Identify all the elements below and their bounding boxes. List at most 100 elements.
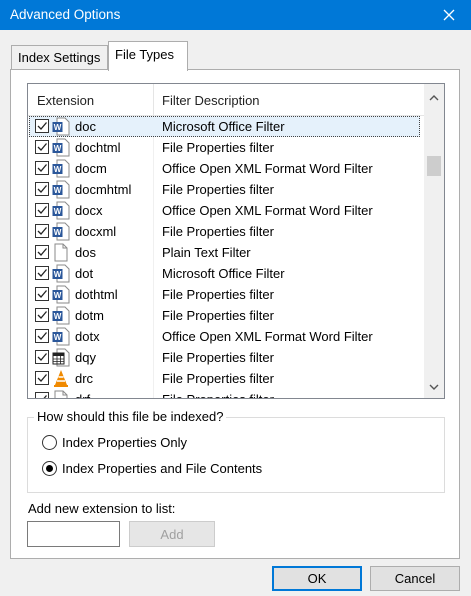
extension-cell: dothtml [75, 287, 118, 302]
chevron-down-icon [429, 384, 439, 390]
list-item[interactable]: Wdocmhtml File Properties filter [28, 179, 424, 200]
extension-cell: dot [75, 266, 94, 281]
extension-cell: drc [75, 371, 94, 386]
word-doc-icon: W [52, 327, 70, 346]
cancel-button[interactable]: Cancel [370, 566, 460, 591]
extension-cell: dqy [75, 350, 96, 365]
enable-checkbox[interactable] [35, 392, 49, 398]
list-item[interactable]: Wdochtml File Properties filter [28, 137, 424, 158]
extension-cell: dochtml [75, 140, 121, 155]
new-extension-input[interactable] [27, 521, 120, 547]
enable-checkbox[interactable] [35, 308, 49, 322]
query-file-icon [52, 348, 70, 367]
word-doc-icon: W [52, 264, 70, 283]
word-doc-icon: W [52, 285, 70, 304]
title-bar: Advanced Options [0, 0, 471, 30]
tab-index-settings[interactable]: Index Settings [11, 45, 108, 70]
list-item[interactable]: Wdoc Microsoft Office Filter [28, 116, 424, 137]
ok-button[interactable]: OK [272, 566, 362, 591]
vertical-scrollbar[interactable] [424, 84, 444, 398]
extension-cell: dotx [75, 329, 100, 344]
enable-checkbox[interactable] [35, 371, 49, 385]
enable-checkbox[interactable] [35, 287, 49, 301]
list-item[interactable]: Wdot Microsoft Office Filter [28, 263, 424, 284]
svg-text:W: W [54, 291, 62, 300]
svg-text:W: W [54, 123, 62, 132]
filter-description-cell: Office Open XML Format Word Filter [162, 161, 373, 176]
list-item[interactable]: Wdocm Office Open XML Format Word Filter [28, 158, 424, 179]
window-title: Advanced Options [10, 7, 121, 22]
scroll-up-button[interactable] [424, 88, 444, 106]
list-item[interactable]: Wdotm File Properties filter [28, 305, 424, 326]
add-button[interactable]: Add [129, 521, 215, 547]
word-doc-icon: W [52, 117, 70, 136]
enable-checkbox[interactable] [35, 266, 49, 280]
close-icon [443, 9, 455, 21]
list-item[interactable]: dqy File Properties filter [28, 347, 424, 368]
word-doc-icon: W [52, 180, 70, 199]
extension-cell: drf [75, 392, 90, 398]
radio-index-properties-and-contents[interactable] [42, 461, 57, 476]
radio-label-properties-only[interactable]: Index Properties Only [62, 435, 187, 450]
filter-description-cell: Microsoft Office Filter [162, 119, 285, 134]
filter-description-cell: File Properties filter [162, 140, 274, 155]
svg-text:W: W [54, 207, 62, 216]
enable-checkbox[interactable] [35, 140, 49, 154]
radio-label-properties-and-contents[interactable]: Index Properties and File Contents [62, 461, 262, 476]
enable-checkbox[interactable] [35, 182, 49, 196]
filter-description-cell: File Properties filter [162, 308, 274, 323]
svg-text:W: W [54, 312, 62, 321]
svg-text:W: W [54, 333, 62, 342]
checkmark-icon [37, 206, 47, 214]
checkmark-icon [37, 143, 47, 151]
enable-checkbox[interactable] [35, 119, 49, 133]
chevron-up-icon [429, 94, 439, 100]
extension-cell: doc [75, 119, 96, 134]
radio-index-properties-only[interactable] [42, 435, 57, 450]
checkmark-icon [37, 227, 47, 235]
list-item[interactable]: dos Plain Text Filter [28, 242, 424, 263]
column-header-extension[interactable]: Extension [37, 93, 94, 108]
file-type-list[interactable]: Extension Filter Description Wdoc Microso… [27, 83, 445, 399]
word-doc-icon: W [52, 306, 70, 325]
svg-text:W: W [54, 270, 62, 279]
tab-file-types[interactable]: File Types [108, 41, 188, 71]
radio-selected-dot [46, 465, 53, 472]
list-item[interactable]: Wdothtml File Properties filter [28, 284, 424, 305]
checkmark-icon [37, 374, 47, 382]
scroll-thumb[interactable] [427, 156, 441, 176]
checkmark-icon [37, 290, 47, 298]
list-item[interactable]: drf File Properties filter [28, 389, 424, 398]
extension-cell: docx [75, 203, 103, 218]
close-button[interactable] [427, 0, 471, 30]
list-item[interactable]: drc File Properties filter [28, 368, 424, 389]
list-item[interactable]: Wdocx Office Open XML Format Word Filter [28, 200, 424, 221]
extension-cell: docmhtml [75, 182, 132, 197]
checkmark-icon [37, 185, 47, 193]
column-header-filter-description[interactable]: Filter Description [162, 93, 260, 108]
enable-checkbox[interactable] [35, 203, 49, 217]
enable-checkbox[interactable] [35, 350, 49, 364]
index-mode-group: How should this file be indexed? Index P… [27, 409, 445, 493]
filter-description-cell: Office Open XML Format Word Filter [162, 203, 373, 218]
extension-cell: docm [75, 161, 107, 176]
group-legend: How should this file be indexed? [34, 409, 227, 424]
column-divider[interactable] [153, 84, 154, 116]
checkmark-icon [43, 395, 47, 398]
scroll-down-button[interactable] [424, 378, 444, 396]
list-item[interactable]: Wdocxml File Properties filter [28, 221, 424, 242]
filter-description-cell: Microsoft Office Filter [162, 266, 285, 281]
vlc-cone-icon [52, 369, 70, 388]
filter-description-cell: File Properties filter [162, 392, 274, 398]
add-extension-label: Add new extension to list: [28, 501, 176, 516]
checkmark-icon [37, 332, 47, 340]
word-doc-icon: W [52, 159, 70, 178]
filter-description-cell: Office Open XML Format Word Filter [162, 329, 373, 344]
enable-checkbox[interactable] [35, 161, 49, 175]
list-item[interactable]: Wdotx Office Open XML Format Word Filter [28, 326, 424, 347]
enable-checkbox[interactable] [35, 224, 49, 238]
filter-description-cell: Plain Text Filter [162, 245, 251, 260]
enable-checkbox[interactable] [35, 245, 49, 259]
enable-checkbox[interactable] [35, 329, 49, 343]
blank-file-icon [52, 390, 70, 398]
